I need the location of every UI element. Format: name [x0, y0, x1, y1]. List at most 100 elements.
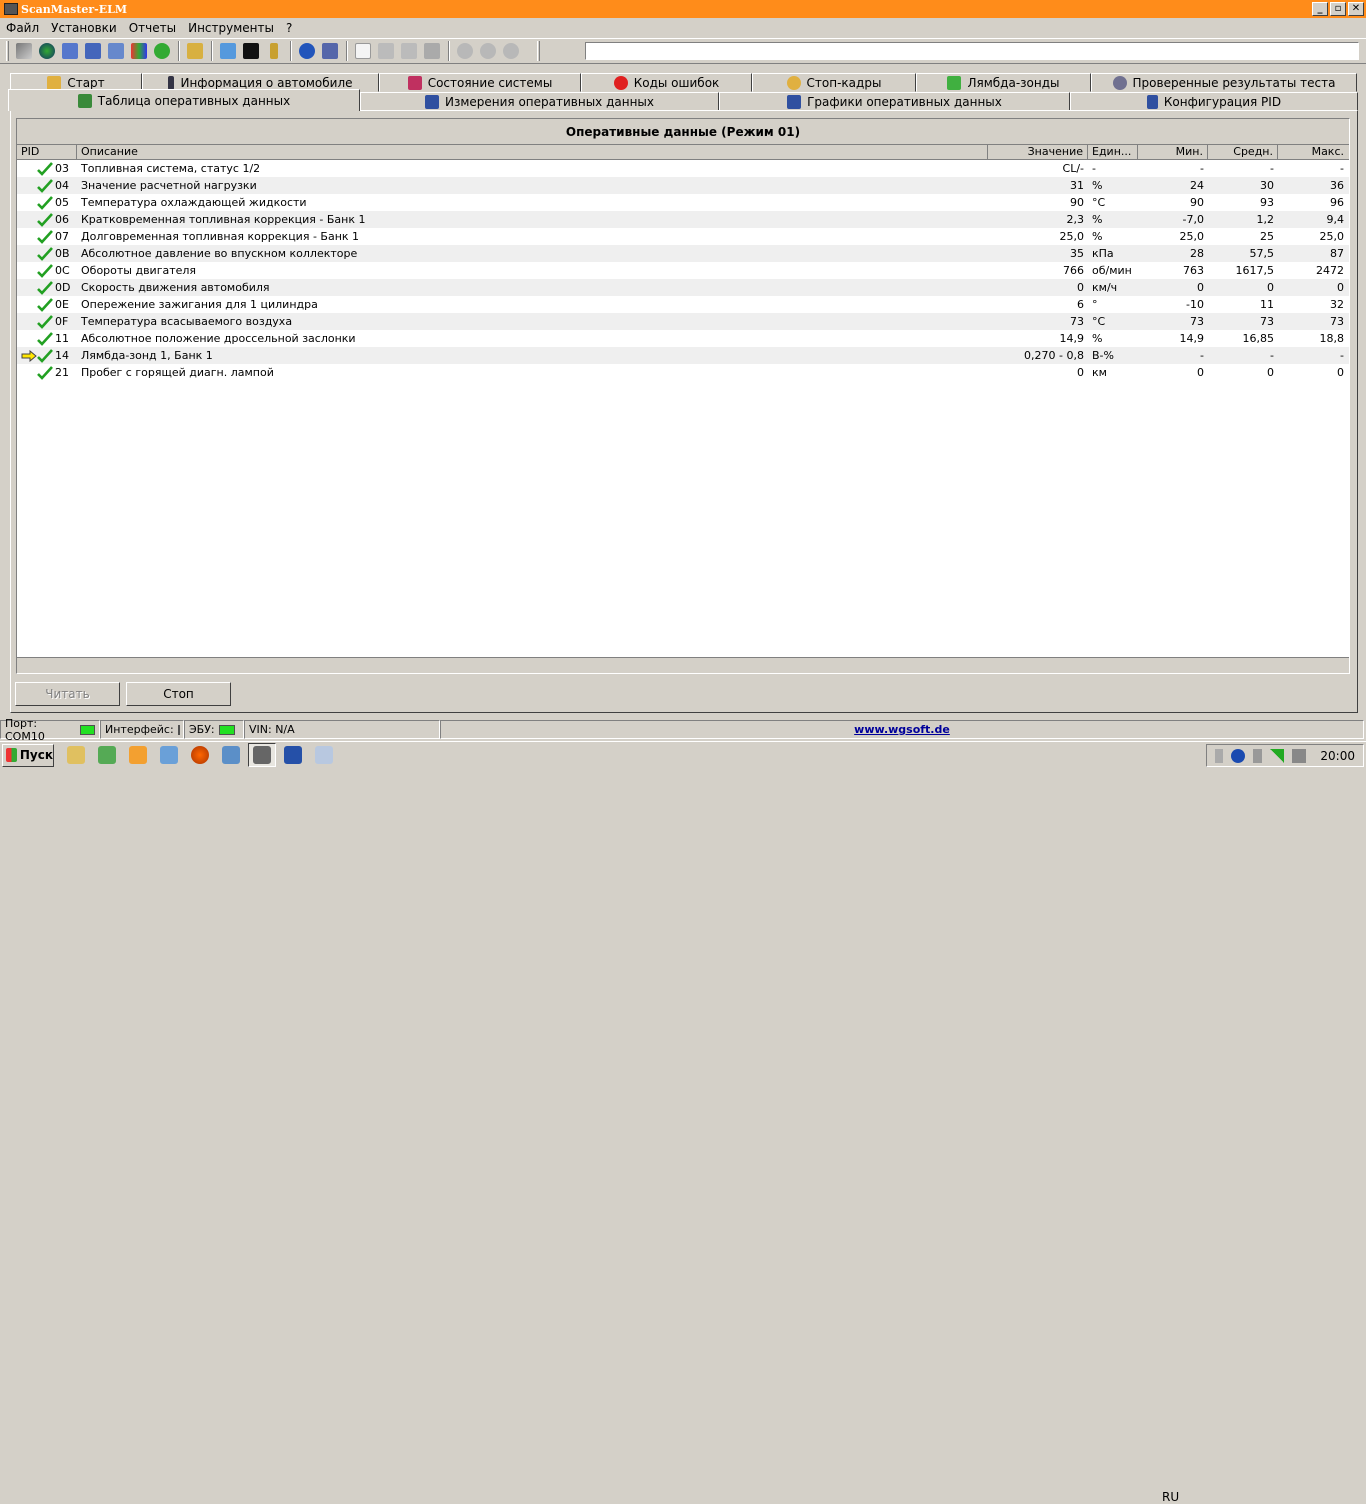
- menu-settings[interactable]: Установки: [45, 21, 123, 35]
- table-row[interactable]: 0D Скорость движения автомобиля 0 км/ч 0 0 0: [17, 279, 1349, 296]
- column-headers: PID Описание Значение Един... Мин. Средн…: [17, 145, 1349, 160]
- print-button[interactable]: [421, 40, 443, 62]
- horizontal-scrollbar[interactable]: [17, 657, 1349, 673]
- battery-icon: [270, 43, 278, 59]
- start-button[interactable]: Пуск: [2, 743, 54, 767]
- pid-cell: 07: [17, 229, 77, 244]
- app-button-green[interactable]: [93, 743, 121, 767]
- column-header-unit[interactable]: Един...: [1088, 145, 1138, 159]
- person-button[interactable]: [151, 40, 173, 62]
- menu-help[interactable]: ?: [280, 21, 298, 35]
- chart-icon: [787, 94, 802, 109]
- battery-button[interactable]: [263, 40, 285, 62]
- terminal-button[interactable]: [240, 40, 262, 62]
- column-header-avg[interactable]: Средн.: [1208, 145, 1278, 159]
- globe-button[interactable]: [36, 40, 58, 62]
- table-row[interactable]: 0C Обороты двигателя 766 об/мин 763 1617,5 247…: [17, 262, 1349, 279]
- tab-test-results[interactable]: Проверенные результаты теста: [1091, 73, 1357, 92]
- table-row[interactable]: 06 Кратковременная топливная коррекция - …: [17, 211, 1349, 228]
- tab-live-data-meters[interactable]: Измерения оперативных данных: [360, 92, 719, 111]
- tab-live-data-table[interactable]: Таблица оперативных данных: [8, 89, 360, 111]
- firefox-button[interactable]: [186, 743, 214, 767]
- app-button-paint[interactable]: [310, 743, 338, 767]
- column-header-max[interactable]: Макс.: [1278, 145, 1348, 159]
- scanmaster-task-button[interactable]: [248, 743, 276, 767]
- tab-system-status[interactable]: Состояние системы: [379, 73, 581, 92]
- tab-freeze-frames[interactable]: Стоп-кадры: [752, 73, 916, 92]
- maximize-button[interactable]: ▫: [1330, 2, 1346, 16]
- max-cell: 0: [1337, 366, 1344, 379]
- column-header-value[interactable]: Значение: [988, 145, 1088, 159]
- app-button-orange[interactable]: [124, 743, 152, 767]
- current-arrow-icon: [21, 248, 37, 260]
- website-link[interactable]: www.wgsoft.de: [440, 720, 1364, 739]
- minimize-button[interactable]: _: [1312, 2, 1328, 16]
- tab-error-codes[interactable]: Коды ошибок: [581, 73, 752, 92]
- tab-pid-config[interactable]: Конфигурация PID: [1070, 92, 1358, 111]
- new-button[interactable]: [352, 40, 374, 62]
- table-row[interactable]: 14 Лямбда-зонд 1, Банк 1 0,270 - 0,8 В-% - - -: [17, 347, 1349, 364]
- volume-icon[interactable]: [1292, 748, 1307, 763]
- max-cell: 73: [1330, 315, 1344, 328]
- vehicle-info-button[interactable]: [59, 40, 81, 62]
- tab-label: Состояние системы: [427, 75, 553, 90]
- description-cell: Скорость движения автомобиля: [81, 281, 270, 294]
- table-row[interactable]: 0F Температура всасываемого воздуха 73 °C 73…: [17, 313, 1349, 330]
- stop-record-button[interactable]: [500, 40, 522, 62]
- close-button[interactable]: ✕: [1348, 2, 1364, 16]
- book-button[interactable]: [319, 40, 341, 62]
- clipboard-button[interactable]: [184, 40, 206, 62]
- colors-button[interactable]: [128, 40, 150, 62]
- explorer-button[interactable]: [62, 743, 90, 767]
- avg-cell: 16,85: [1242, 332, 1275, 345]
- description-cell: Абсолютное положение дроссельной заслонк…: [81, 332, 356, 345]
- tab-live-data-graphs[interactable]: Графики оперативных данных: [719, 92, 1070, 111]
- toolbar-grip[interactable]: [6, 41, 9, 61]
- stop-button[interactable]: Стоп: [126, 682, 231, 706]
- globe-icon: [39, 43, 55, 59]
- menu-file[interactable]: Файл: [0, 21, 45, 35]
- connect-button[interactable]: [13, 40, 35, 62]
- table-row[interactable]: 11 Абсолютное положение дроссельной засло…: [17, 330, 1349, 347]
- column-header-pid[interactable]: PID: [17, 145, 77, 159]
- clock[interactable]: 20:00: [1320, 749, 1355, 763]
- pause-icon: [480, 43, 496, 59]
- unit-cell: °: [1092, 298, 1098, 311]
- battery-icon[interactable]: [1253, 748, 1263, 763]
- read-button[interactable]: Читать: [15, 682, 120, 706]
- menu-tools[interactable]: Инструменты: [182, 21, 280, 35]
- min-cell: 763: [1183, 264, 1204, 277]
- save-button[interactable]: [398, 40, 420, 62]
- bluetooth-icon[interactable]: [1231, 748, 1246, 763]
- menu-reports[interactable]: Отчеты: [123, 21, 182, 35]
- column-header-min[interactable]: Мин.: [1138, 145, 1208, 159]
- table-row[interactable]: 03 Топливная система, статус 1/2 CL/- - - - -: [17, 160, 1349, 177]
- table-row[interactable]: 21 Пробег с горящей диагн. лампой 0 км 0 0 0: [17, 364, 1349, 381]
- min-cell: 28: [1190, 247, 1204, 260]
- open-button[interactable]: [375, 40, 397, 62]
- table-row[interactable]: 0B Абсолютное давление во впускном коллек…: [17, 245, 1349, 262]
- table-row[interactable]: 07 Долговременная топливная коррекция - Б…: [17, 228, 1349, 245]
- table-button[interactable]: [82, 40, 104, 62]
- column-header-description[interactable]: Описание: [77, 145, 988, 159]
- pause-button[interactable]: [477, 40, 499, 62]
- app-button-network[interactable]: [155, 743, 183, 767]
- app-button-monitor[interactable]: [217, 743, 245, 767]
- monitor-button[interactable]: [217, 40, 239, 62]
- pid-cell: 03: [17, 161, 77, 176]
- folder-icon: [67, 746, 85, 764]
- language-indicator[interactable]: RU: [1162, 1490, 1179, 1504]
- toolbar-grip[interactable]: [537, 41, 540, 61]
- info-button[interactable]: [296, 40, 318, 62]
- play-button[interactable]: [454, 40, 476, 62]
- description-cell: Лямбда-зонд 1, Банк 1: [81, 349, 213, 362]
- tab-lambda-sensors[interactable]: Лямбда-зонды: [916, 73, 1091, 92]
- status-ecu: ЭБУ:: [184, 720, 244, 739]
- chart-button[interactable]: [105, 40, 127, 62]
- table-row[interactable]: 05 Температура охлаждающей жидкости 90 °C 90…: [17, 194, 1349, 211]
- table-row[interactable]: 0E Опережение зажигания для 1 цилиндра 6 ° -…: [17, 296, 1349, 313]
- signal-icon[interactable]: [1270, 748, 1285, 763]
- chevron-up-icon[interactable]: [1215, 748, 1224, 763]
- table-row[interactable]: 04 Значение расчетной нагрузки 31% 24 30 36: [17, 177, 1349, 194]
- word-button[interactable]: [279, 743, 307, 767]
